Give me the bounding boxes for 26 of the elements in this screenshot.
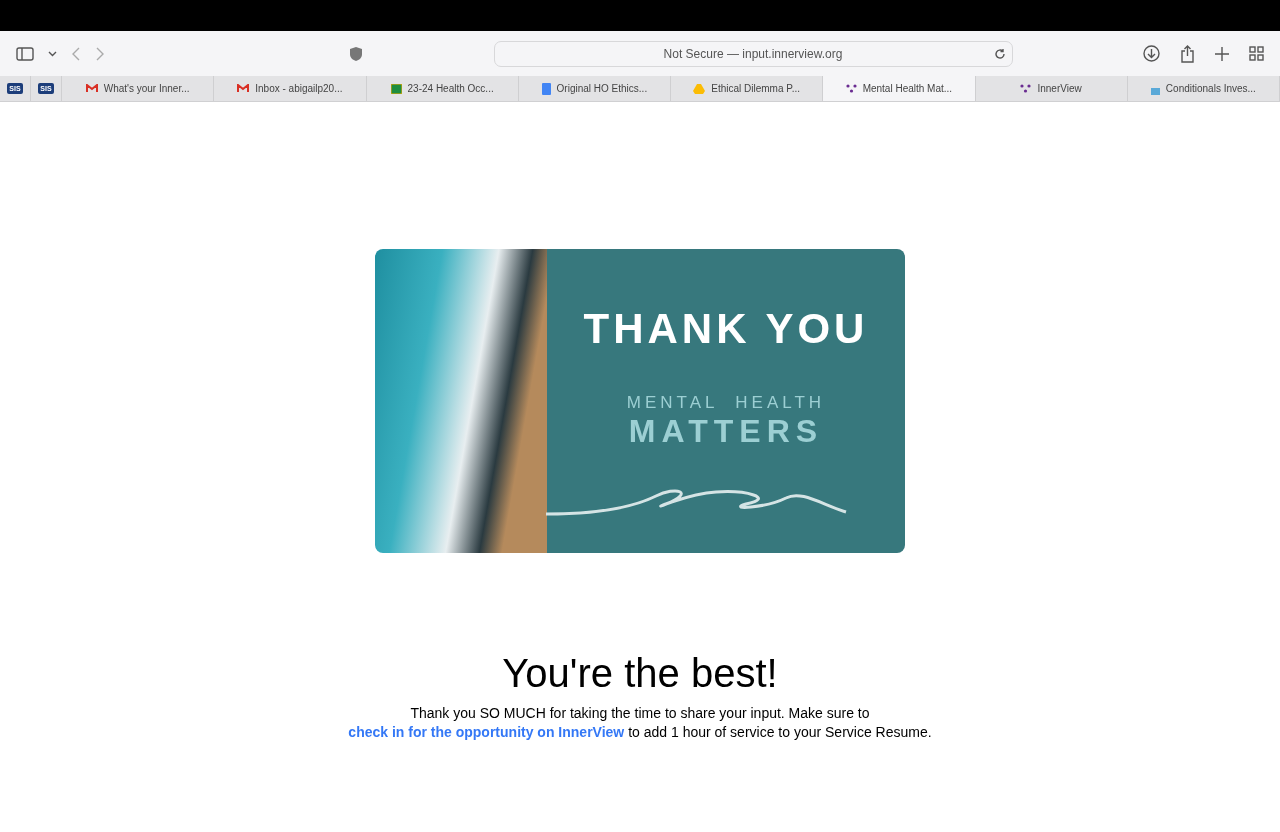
card-subtitle: MENTAL HEALTH [626, 393, 826, 413]
browser-tab[interactable]: Conditionals Inves... [1127, 76, 1280, 101]
card-title: THANK YOU [583, 305, 869, 353]
dots-icon [845, 84, 857, 93]
mail-icon [85, 84, 98, 93]
browser-tab[interactable]: Original HO Ethics... [518, 76, 671, 101]
plus-icon[interactable] [1215, 46, 1229, 61]
shield-icon[interactable] [349, 45, 363, 62]
tab-overview-icon[interactable] [1249, 46, 1264, 61]
download-icon[interactable] [1143, 45, 1160, 62]
reload-icon[interactable] [993, 47, 1006, 60]
heading: You're the best! [502, 651, 778, 696]
browser-tab[interactable]: Inbox - abigailp20... [214, 76, 367, 101]
card-subtitle: MATTERS [628, 413, 824, 450]
browser-tab[interactable]: Mental Health Mat... [823, 76, 976, 101]
message-text: Thank you SO MUCH for taking the time to share your input. Make sure to check in for the opportunity on InnerView to add 1 hour of service to your Service Resume. [347, 704, 933, 742]
browser-tab[interactable]: InnerView [975, 76, 1128, 101]
check-in-link[interactable]: check in for the opportunity on InnerView [348, 724, 625, 740]
dots-icon [1020, 84, 1032, 93]
mail-icon [237, 84, 250, 93]
browser-tab[interactable]: What's your Inner... [62, 76, 215, 101]
document-icon [541, 82, 551, 95]
browser-tab[interactable]: 23-24 Health Occ... [366, 76, 519, 101]
address-bar[interactable]: Not Secure — input.innerview.org [493, 40, 1013, 67]
sidebar-icon[interactable] [16, 45, 34, 62]
share-icon[interactable] [1180, 44, 1195, 63]
